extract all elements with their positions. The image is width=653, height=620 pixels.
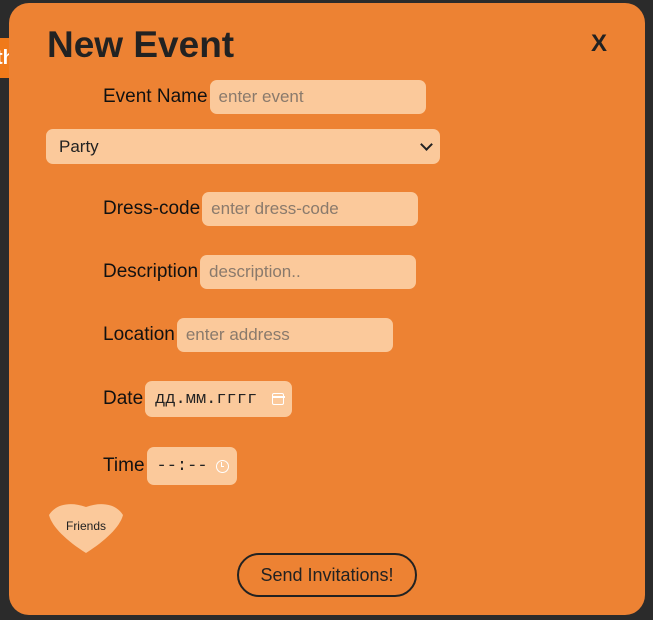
chevron-down-icon: [420, 138, 433, 151]
dress-code-label: Dress-code: [103, 198, 201, 219]
send-invitations-button[interactable]: Send Invitations!: [237, 553, 417, 597]
event-name-input[interactable]: [209, 80, 426, 114]
event-name-row: Event Name: [103, 80, 426, 114]
location-row: Location: [103, 318, 393, 352]
friends-button[interactable]: Friends: [47, 497, 125, 557]
calendar-icon[interactable]: [271, 393, 285, 405]
modal-title: New Event: [47, 24, 235, 65]
dress-code-input[interactable]: [202, 192, 419, 226]
clock-icon[interactable]: [215, 459, 229, 473]
time-input[interactable]: --:--: [146, 447, 237, 485]
time-row: Time --:--: [103, 447, 237, 485]
location-label: Location: [103, 324, 175, 345]
close-button[interactable]: X: [591, 31, 607, 57]
time-label: Time: [103, 455, 145, 476]
event-type-value: Party: [59, 136, 99, 156]
event-type-select[interactable]: Party: [46, 129, 440, 164]
date-input[interactable]: дд.мм.гггг: [145, 381, 293, 417]
location-input[interactable]: [176, 318, 393, 352]
dress-code-row: Dress-code: [103, 192, 419, 226]
friends-label: Friends: [65, 519, 106, 533]
description-row: Description: [103, 255, 417, 289]
date-placeholder: дд.мм.гггг: [155, 389, 258, 409]
new-event-modal: New Event X Event Name Party Dress-code …: [9, 3, 645, 615]
date-label: Date: [103, 388, 144, 409]
description-label: Description: [103, 261, 199, 282]
time-placeholder: --:--: [156, 456, 208, 476]
date-row: Date дд.мм.гггг: [103, 381, 293, 417]
event-name-label: Event Name: [103, 86, 208, 107]
description-input[interactable]: [200, 255, 417, 289]
